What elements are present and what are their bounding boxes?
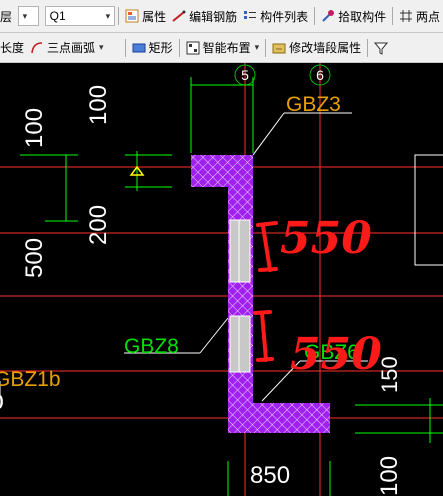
dim-200: 200 xyxy=(85,205,112,245)
filter-icon xyxy=(374,42,389,55)
label-gbz1b[interactable]: GBZ1b xyxy=(0,368,61,391)
toolbar-separator xyxy=(124,38,126,57)
component-list-button[interactable]: 构件列表 xyxy=(240,5,311,27)
toolbar-separator xyxy=(178,38,180,57)
toolbar-separator xyxy=(314,7,316,25)
grid-lines xyxy=(0,63,443,496)
partial-component-outline xyxy=(414,154,443,266)
rectangle-icon xyxy=(132,43,146,52)
component-list-label: 构件列表 xyxy=(260,9,309,24)
dim-850: 850 xyxy=(250,462,290,489)
toolbar-separator xyxy=(392,7,393,25)
opening-lower xyxy=(229,315,251,373)
label-gbz3[interactable]: GBZ3 xyxy=(286,93,341,116)
dim-100-bottom: 100 xyxy=(376,456,403,496)
pick-component-label: 拾取构件 xyxy=(338,9,387,24)
component-dropdown-value: Q1 xyxy=(49,9,66,23)
draw-toolbar: 长度 三点画弧 ▾ 矩形 智能布置 ▾ 修改墙段属性 xyxy=(0,33,443,63)
chevron-down-icon: ▾ xyxy=(105,10,111,21)
two-point-button[interactable]: 两点 xyxy=(396,5,443,27)
smart-layout-button[interactable]: 智能布置 ▾ xyxy=(183,37,263,59)
chevron-down-icon[interactable]: ▾ xyxy=(99,42,104,53)
two-point-label: 两点 xyxy=(416,9,441,24)
axis-bubble-6: 6 xyxy=(309,64,331,86)
axis-label-5: 5 xyxy=(241,67,249,83)
filter-button[interactable] xyxy=(371,37,394,59)
edit-rebar-label: 编辑钢筋 xyxy=(189,9,238,24)
floor-label: 层 xyxy=(0,9,13,24)
left-zero-fragment: 0 xyxy=(0,391,4,414)
chevron-down-icon: ▾ xyxy=(22,10,28,21)
axis-bubble-5: 5 xyxy=(234,64,256,86)
three-point-arc-button[interactable]: 三点画弧 ▾ xyxy=(27,37,107,59)
three-point-arc-label: 三点画弧 xyxy=(47,41,96,55)
chevron-down-icon[interactable]: ▾ xyxy=(255,42,260,53)
properties-icon xyxy=(125,9,139,23)
properties-button[interactable]: 属性 xyxy=(122,5,169,27)
toolbar-separator xyxy=(367,38,369,57)
axis-label-6: 6 xyxy=(316,67,324,83)
leader-line-gbz3 xyxy=(252,112,285,156)
toolbar-separator xyxy=(118,7,120,25)
smart-layout-label: 智能布置 xyxy=(202,41,251,55)
component-dropdown[interactable]: Q1 ▾ xyxy=(44,6,116,26)
rectangle-button[interactable]: 矩形 xyxy=(129,37,176,59)
handwritten-annotation-2 xyxy=(253,310,274,362)
label-gbz8[interactable]: GBZ8 xyxy=(124,335,179,358)
leader-line-gbz8 xyxy=(199,317,229,354)
opening-upper xyxy=(229,219,251,283)
handwritten-550-upper: 550 xyxy=(280,213,372,264)
modify-wall-segment-button[interactable]: 修改墙段属性 xyxy=(269,37,364,59)
two-point-icon xyxy=(400,10,412,22)
toolbar-separator xyxy=(265,38,267,57)
handwritten-550-lower: 550 xyxy=(290,329,382,380)
handwritten-annotation-1 xyxy=(256,221,278,272)
dim-100-top-left: 100 xyxy=(21,108,48,148)
length-label: 长度 xyxy=(0,41,25,55)
rebar-icon xyxy=(172,10,186,22)
modify-wall-segment-label: 修改墙段属性 xyxy=(289,41,362,55)
drawing-canvas[interactable]: 5 6 GBZ3 GBZ8 GBZ6 GBZ1b 100 100 500 200… xyxy=(0,63,443,496)
main-toolbar: 层 ▾ Q1 ▾ 属性 编辑钢筋 构件列表 拾取构件 两点 xyxy=(0,0,443,33)
pick-component-button[interactable]: 拾取构件 xyxy=(318,5,389,27)
dim-100-top: 100 xyxy=(85,85,112,125)
list-icon xyxy=(244,11,257,19)
properties-label: 属性 xyxy=(142,9,167,24)
cad-drawing: 5 6 GBZ3 GBZ8 GBZ6 GBZ1b 100 100 500 200… xyxy=(0,63,443,496)
dim-500: 500 xyxy=(21,238,48,278)
edit-rebar-button[interactable]: 编辑钢筋 xyxy=(169,5,240,27)
smart-layout-icon xyxy=(186,41,200,54)
modify-wall-icon xyxy=(272,43,286,53)
floor-dropdown[interactable]: ▾ xyxy=(17,6,39,26)
eyedropper-icon xyxy=(322,10,335,22)
wall-column-shape[interactable] xyxy=(191,155,330,433)
arc-icon xyxy=(31,41,43,53)
rectangle-label: 矩形 xyxy=(148,41,173,55)
